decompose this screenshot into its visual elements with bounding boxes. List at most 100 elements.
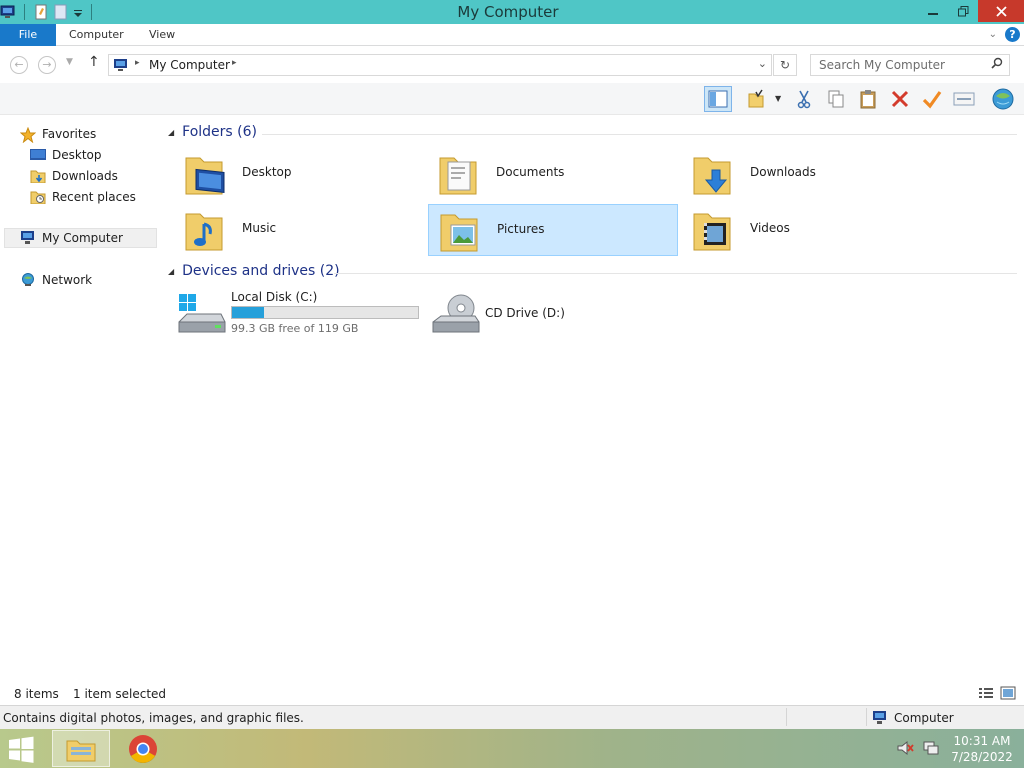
cut-button[interactable] (790, 86, 818, 112)
sidebar-item-label: Network (42, 273, 93, 287)
sidebar-item-downloads[interactable]: Downloads (30, 166, 118, 186)
sidebar-item-my-computer[interactable]: My Computer (4, 228, 157, 248)
downloads-folder-icon (690, 152, 734, 196)
computer-icon (113, 57, 129, 76)
drive-local-disk-c[interactable]: Local Disk (C:) 99.3 GB free of 119 GB (177, 290, 427, 342)
search-box[interactable] (810, 54, 1010, 76)
network-icon (20, 273, 36, 287)
title-bar: My Computer (0, 0, 1024, 24)
sidebar-item-recent-places[interactable]: Recent places (30, 187, 136, 207)
folder-desktop[interactable]: Desktop (174, 148, 424, 200)
folder-label: Music (242, 221, 277, 235)
chrome-icon (129, 734, 157, 763)
copy-button[interactable] (822, 86, 850, 112)
properties-button[interactable] (742, 86, 770, 112)
close-button[interactable] (978, 0, 1024, 22)
new-item-button[interactable] (950, 86, 978, 112)
restore-button[interactable] (948, 0, 978, 22)
chevron-down-icon[interactable]: ▼ (775, 94, 781, 103)
folder-label: Videos (750, 221, 790, 235)
videos-folder-icon (690, 208, 734, 252)
help-icon[interactable]: ? (1005, 27, 1020, 42)
divider (334, 273, 1017, 274)
navigation-bar: ← → ▼ ↑ ▸ My Computer ▸ ⌄ ↻ (0, 47, 1024, 83)
collapse-triangle-icon[interactable]: ◢ (168, 128, 174, 137)
forward-button[interactable]: → (38, 56, 56, 74)
sidebar-item-label: Recent places (52, 190, 136, 204)
breadcrumb-arrow-icon[interactable]: ▸ (232, 58, 237, 68)
large-icons-view-icon[interactable] (1000, 686, 1016, 703)
divider (262, 134, 1017, 135)
zone-label: Computer (894, 711, 954, 725)
drive-cd-d[interactable]: CD Drive (D:) (431, 290, 681, 342)
divider (786, 708, 787, 726)
volume-muted-icon[interactable] (896, 739, 914, 760)
group-title: Folders (6) (182, 124, 257, 140)
item-description: Contains digital photos, images, and gra… (3, 711, 304, 725)
clock[interactable]: 10:31 AM 7/28/2022 (944, 733, 1020, 765)
selection-count: 1 item selected (73, 687, 167, 701)
globe-icon[interactable] (989, 86, 1017, 112)
file-list: ◢ Folders (6) Desktop Documents Download… (162, 115, 1024, 683)
folder-label: Downloads (750, 165, 816, 179)
folder-label: Pictures (497, 222, 545, 236)
search-icon[interactable] (991, 57, 1003, 72)
start-button[interactable] (6, 735, 42, 763)
sidebar-item-network[interactable]: Network (20, 270, 92, 290)
details-view-icon[interactable] (978, 686, 994, 703)
taskbar-chrome[interactable] (114, 730, 172, 767)
computer-icon (20, 231, 36, 245)
drive-label: CD Drive (D:) (485, 306, 565, 320)
documents-folder-icon (436, 152, 480, 196)
folder-label: Documents (496, 165, 565, 179)
preview-pane-button[interactable] (704, 86, 732, 112)
folder-videos[interactable]: Videos (682, 204, 932, 256)
address-bar[interactable]: ▸ My Computer ▸ ⌄ (108, 54, 772, 76)
breadcrumb[interactable]: My Computer (149, 58, 230, 72)
expand-ribbon-icon[interactable]: ⌄ (989, 29, 997, 40)
file-tab[interactable]: File (0, 24, 56, 46)
address-dropdown-icon[interactable]: ⌄ (758, 57, 767, 70)
up-arrow-icon[interactable]: ↑ (88, 54, 100, 70)
minimize-button[interactable] (918, 0, 948, 22)
search-input[interactable] (811, 55, 981, 75)
cd-drive-icon (431, 292, 483, 340)
delete-button[interactable] (886, 86, 914, 112)
navigation-pane: Favorites Desktop Downloads Recent place… (0, 115, 158, 683)
folder-documents[interactable]: Documents (428, 148, 678, 200)
folder-pictures[interactable]: Pictures (428, 204, 678, 256)
drive-label: Local Disk (C:) (231, 290, 318, 304)
computer-tab[interactable]: Computer (69, 24, 124, 46)
pictures-folder-icon (437, 209, 481, 253)
folder-downloads[interactable]: Downloads (682, 148, 932, 200)
star-icon (19, 126, 37, 144)
hard-drive-icon (177, 292, 229, 340)
drive-usage-fill (232, 307, 264, 318)
refresh-button[interactable]: ↻ (773, 54, 797, 76)
status-bar: 8 items 1 item selected (0, 683, 1024, 705)
folder-music[interactable]: Music (174, 204, 424, 256)
sidebar-item-label: Downloads (52, 169, 118, 183)
downloads-folder-icon (30, 169, 46, 184)
folders-group-header[interactable]: ◢ Folders (6) (168, 124, 257, 140)
back-button[interactable]: ← (10, 56, 28, 74)
drive-usage-bar (231, 306, 419, 319)
network-status-icon[interactable] (922, 739, 940, 760)
rename-button[interactable] (918, 86, 946, 112)
window-title: My Computer (457, 3, 559, 21)
recent-locations-icon[interactable]: ▼ (66, 57, 73, 67)
file-explorer-icon (66, 740, 96, 761)
drive-free-space: 99.3 GB free of 119 GB (231, 322, 359, 335)
window-controls (918, 0, 1024, 22)
breadcrumb-arrow-icon[interactable]: ▸ (135, 58, 140, 68)
recent-places-icon (30, 190, 46, 205)
sidebar-item-favorites[interactable]: Favorites (19, 124, 96, 144)
view-tab[interactable]: View (149, 24, 175, 46)
sidebar-item-desktop[interactable]: Desktop (30, 145, 102, 165)
collapse-triangle-icon[interactable]: ◢ (168, 267, 174, 276)
drives-group-header[interactable]: ◢ Devices and drives (2) (168, 263, 340, 279)
command-toolbar: ▼ (0, 83, 1024, 115)
details-bar: Contains digital photos, images, and gra… (0, 705, 1024, 729)
paste-button[interactable] (854, 86, 882, 112)
taskbar-file-explorer[interactable] (52, 730, 110, 767)
